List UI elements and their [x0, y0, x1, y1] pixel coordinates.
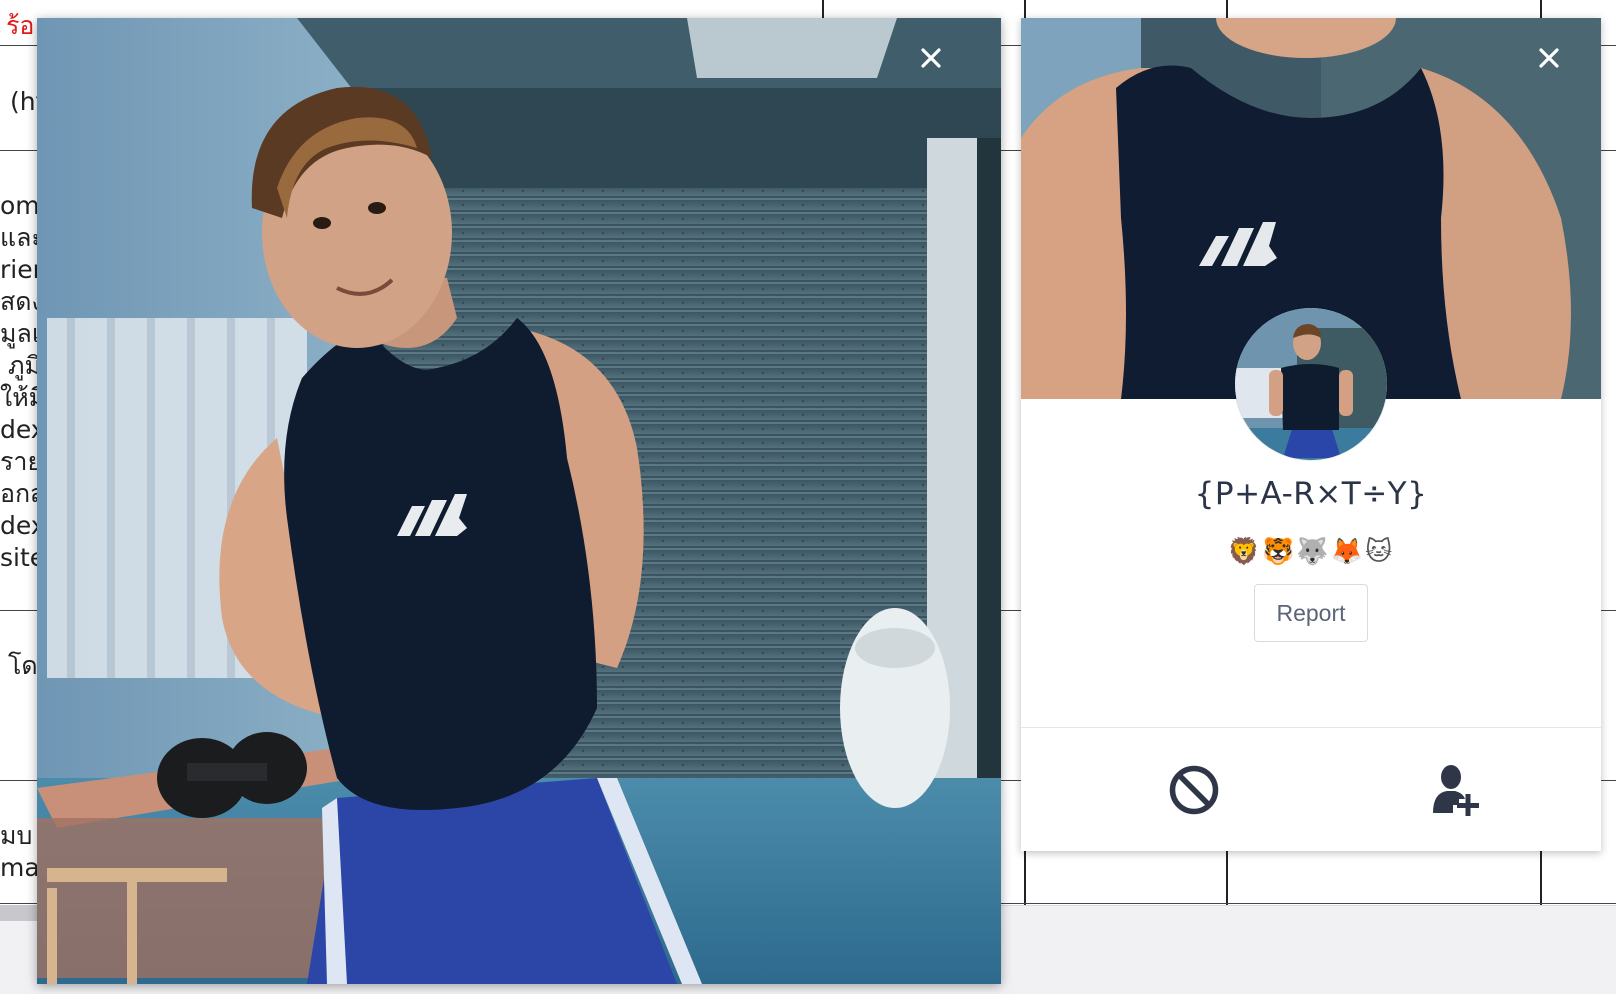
display-name: {P+A-R×T÷Y} — [1194, 476, 1428, 512]
avatar-photo — [1235, 308, 1387, 460]
close-button[interactable] — [1531, 40, 1567, 76]
cell-text: ราย — [0, 447, 43, 476]
profile-card: {P+A-R×T÷Y} 🦁🐯🐺🦊🐱 Report — [1021, 18, 1601, 851]
divider — [1021, 727, 1601, 728]
block-icon — [1169, 765, 1219, 815]
avatar[interactable] — [1235, 308, 1387, 460]
profile-photo-large — [37, 18, 1001, 984]
close-icon — [921, 48, 941, 68]
report-button[interactable]: Report — [1254, 584, 1368, 642]
horizontal-scrollbar[interactable] — [0, 905, 40, 921]
photo-viewer — [37, 18, 1001, 984]
add-friend-icon — [1433, 765, 1479, 816]
close-icon — [1539, 48, 1559, 68]
close-button[interactable] — [913, 40, 949, 76]
status-emojis: 🦁🐯🐺🦊🐱 — [1227, 537, 1395, 567]
cell-text: ma — [0, 853, 40, 882]
add-friend-button[interactable] — [1426, 760, 1486, 820]
cell-text: ร้อ — [6, 11, 35, 40]
block-button[interactable] — [1164, 760, 1224, 820]
cell-text: โด — [8, 651, 38, 680]
